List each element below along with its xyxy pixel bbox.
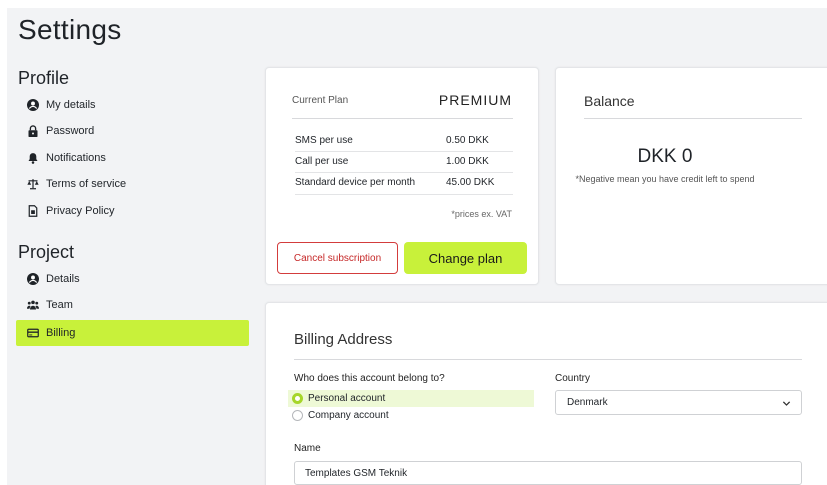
divider	[292, 118, 513, 119]
radio-company-account[interactable]: Company account	[288, 407, 534, 424]
current-plan-card: Current Plan PREMIUM SMS per use 0.50 DK…	[265, 67, 539, 285]
project-heading: Project	[18, 242, 75, 262]
balance-amount: DKK 0	[637, 146, 693, 167]
sidebar-item-label: Billing	[46, 327, 76, 339]
balance-note: *Negative mean you have credit left to s…	[575, 174, 755, 184]
balance-card: Balance DKK 0 *Negative mean you have cr…	[555, 67, 827, 285]
price-row: Call per use 1.00 DKK	[295, 151, 509, 172]
divider	[294, 359, 802, 360]
sidebar-item-notifications[interactable]: Notifications	[16, 145, 249, 171]
sidebar-item-billing[interactable]: Billing	[16, 320, 249, 346]
change-plan-button[interactable]: Change plan	[404, 242, 527, 274]
country-value: Denmark	[567, 397, 608, 408]
price-label: Call per use	[295, 156, 349, 167]
radio-selected-icon	[292, 393, 303, 404]
user-circle-icon	[27, 273, 39, 285]
radio-personal-account[interactable]: Personal account	[288, 390, 534, 407]
sidebar-item-label: Terms of service	[46, 178, 127, 190]
sidebar-item-label: Notifications	[46, 152, 106, 164]
price-row: Standard device per month 45.00 DKK	[295, 172, 509, 193]
team-icon	[27, 300, 39, 310]
cancel-subscription-button[interactable]: Cancel subscription	[277, 242, 398, 274]
price-value: 0.50 DKK	[446, 135, 489, 146]
chevron-down-icon	[782, 401, 791, 406]
lock-icon	[28, 125, 38, 137]
billing-address-card: Billing Address Who does this account be…	[265, 302, 827, 485]
radio-label: Personal account	[308, 393, 386, 404]
sidebar-item-team[interactable]: Team	[16, 292, 249, 318]
name-input[interactable]: Templates GSM Teknik	[294, 461, 802, 485]
scale-icon	[27, 179, 39, 190]
sidebar-item-terms-of-service[interactable]: Terms of service	[16, 171, 249, 197]
bell-icon	[28, 153, 38, 164]
sidebar-item-label: Password	[46, 125, 95, 137]
page-title: Settings	[18, 14, 122, 45]
radio-label: Company account	[308, 410, 389, 421]
credit-card-icon	[27, 328, 39, 338]
divider	[584, 118, 802, 119]
price-row: SMS per use 0.50 DKK	[295, 130, 509, 151]
sidebar-item-label: Details	[46, 273, 80, 285]
sidebar-item-details[interactable]: Details	[16, 266, 249, 292]
sidebar-item-label: Privacy Policy	[46, 205, 115, 217]
document-icon	[28, 205, 38, 217]
price-value: 45.00 DKK	[446, 177, 495, 188]
country-select[interactable]: Denmark	[555, 390, 802, 415]
radio-unselected-icon	[292, 410, 303, 421]
name-value: Templates GSM Teknik	[305, 467, 408, 479]
sidebar-item-password[interactable]: Password	[16, 118, 249, 144]
price-label: Standard device per month	[295, 177, 416, 188]
sidebar-item-label: Team	[46, 299, 73, 311]
balance-title: Balance	[584, 93, 635, 109]
price-label: SMS per use	[295, 135, 353, 146]
profile-heading: Profile	[18, 68, 70, 88]
vat-note: *prices ex. VAT	[451, 209, 512, 219]
current-plan-label: Current Plan	[292, 95, 349, 106]
sidebar-item-my-details[interactable]: My details	[16, 92, 249, 118]
price-value: 1.00 DKK	[446, 156, 489, 167]
account-owner-label: Who does this account belong to?	[294, 373, 445, 384]
sidebar-item-privacy-policy[interactable]: Privacy Policy	[16, 198, 249, 224]
billing-address-title: Billing Address	[294, 331, 393, 348]
sidebar-item-label: My details	[46, 99, 96, 111]
divider	[295, 194, 513, 195]
user-circle-icon	[27, 99, 39, 111]
country-label: Country	[555, 373, 591, 384]
name-label: Name	[294, 443, 321, 454]
plan-name: PREMIUM	[438, 92, 512, 108]
